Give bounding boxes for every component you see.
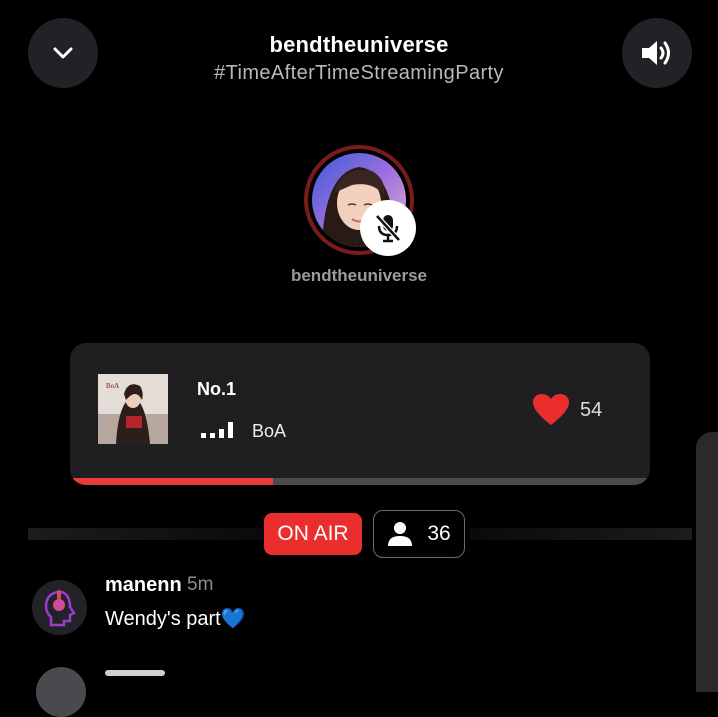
listeners-button[interactable]: 36 [373,510,465,558]
comment-avatar[interactable] [32,580,87,635]
side-panel-edge[interactable] [696,432,718,692]
like-count: 54 [580,399,603,421]
comment-timestamp: 5m [187,574,214,595]
playback-progress-fill [70,478,273,485]
speaker-volume-icon [642,41,670,65]
album-art: BoA [98,374,168,444]
comment-avatar[interactable] [36,667,86,717]
comment-username[interactable]: manenn [105,574,182,597]
room-title: bendtheuniverse [269,32,449,57]
album-art-label: BoA [106,382,119,390]
volume-button[interactable] [622,18,692,88]
playback-progress[interactable] [70,478,650,485]
now-playing-card[interactable]: BoA No.1 BoA 54 [70,343,650,485]
mic-muted-badge [360,200,416,256]
host-name: bendtheuniverse [290,266,428,285]
mic-off-icon [375,214,401,243]
bars-icon [201,422,233,438]
comment-text: Wendy's part💙 [105,608,246,630]
person-icon [388,522,413,546]
room-subtitle: #TimeAfterTimeStreamingParty [214,62,504,84]
heart-icon[interactable] [532,393,570,427]
on-air-badge: ON AIR [264,513,362,555]
track-artist: BoA [252,421,287,441]
listener-count: 36 [427,522,451,545]
divider-right [470,528,692,540]
track-title: No.1 [197,379,237,399]
divider-left [28,528,264,540]
